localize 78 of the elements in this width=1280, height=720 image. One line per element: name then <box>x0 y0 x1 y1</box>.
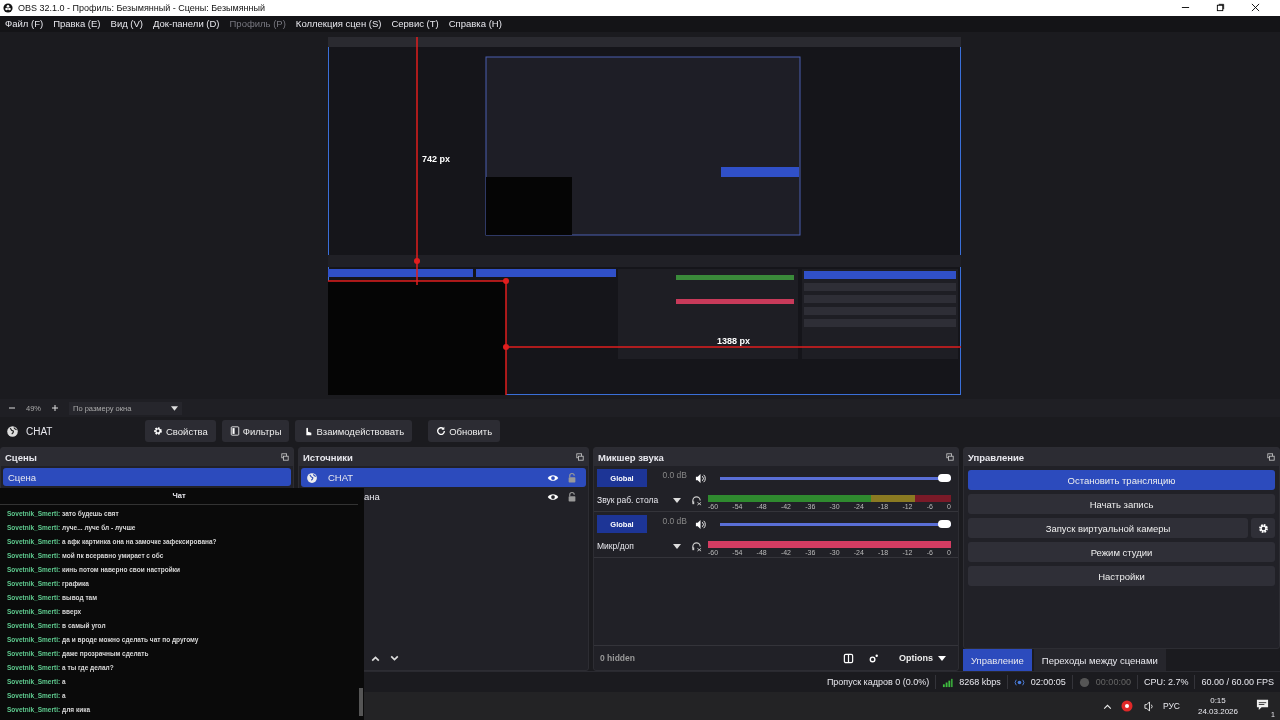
headphones-icon[interactable] <box>691 494 702 506</box>
control-button[interactable]: Настройки <box>968 566 1275 587</box>
gear-icon <box>1257 522 1269 534</box>
unlocked-lock-icon[interactable] <box>566 490 578 503</box>
source-item[interactable]: CHAT <box>301 468 586 488</box>
volume-slider[interactable] <box>720 522 951 526</box>
menu-item[interactable]: Файл (F) <box>5 18 44 30</box>
caret-icon[interactable] <box>673 497 681 503</box>
control-button[interactable]: Остановить трансляцию <box>968 470 1275 491</box>
signal-bars-icon <box>942 676 954 688</box>
speaker-icon[interactable] <box>695 472 706 484</box>
channel-name: Микр/доп <box>597 541 635 552</box>
window-title: OBS 32.1.0 - Профиль: Безымянный - Сцены: Безымянный <box>18 3 266 13</box>
measurement-label: 742 px <box>422 153 451 164</box>
interact-button[interactable]: Взаимодействовать <box>295 420 413 443</box>
source-label: CHAT <box>328 472 354 484</box>
source-name: CHAT <box>26 425 54 437</box>
volume-reading: 0.0 dB <box>661 516 687 527</box>
headphones-icon[interactable] <box>691 540 702 552</box>
app-logo-icon <box>3 3 13 13</box>
menu-item[interactable]: Сервис (T) <box>391 18 439 30</box>
settings-button[interactable] <box>1251 518 1275 539</box>
measurement-label: 1388 px <box>717 335 751 346</box>
fps-reading: 60.00 / 60.00 FPS <box>1201 677 1274 688</box>
scrollbar[interactable] <box>359 688 363 716</box>
panel-title: Сцены <box>5 451 38 463</box>
layout-icon[interactable] <box>843 652 854 664</box>
control-button[interactable]: Запуск виртуальной камеры <box>968 518 1248 539</box>
hidden-count: 0 hidden <box>600 653 635 664</box>
filters-button[interactable]: Фильтры <box>221 420 290 443</box>
channel-name: Звук раб. стола <box>597 495 660 506</box>
unlocked-lock-icon[interactable] <box>566 471 578 484</box>
cpu-usage: CPU: 2.7% <box>1143 677 1189 688</box>
dock-tab[interactable]: Управление <box>963 649 1032 672</box>
options-button[interactable]: Options <box>893 652 952 665</box>
undock-icon[interactable] <box>281 453 289 462</box>
filter-icon <box>229 426 240 437</box>
settings-icon[interactable] <box>868 652 879 664</box>
speaker-icon[interactable] <box>1143 700 1155 712</box>
properties-button[interactable]: Свойства <box>145 420 216 443</box>
control-button[interactable]: Режим студии <box>968 542 1275 563</box>
menu-item[interactable]: Справка (H) <box>448 18 502 30</box>
source-item[interactable]: ана <box>364 491 380 503</box>
refresh-icon <box>436 426 447 437</box>
speaker-icon[interactable] <box>695 518 706 530</box>
globe-icon <box>306 471 318 484</box>
undock-icon[interactable] <box>1267 453 1275 462</box>
dock-tab[interactable]: Переходы между сценами <box>1033 649 1166 672</box>
menu-item[interactable]: Док-панели (D) <box>153 18 220 30</box>
caret-icon <box>171 405 178 411</box>
caret-icon <box>938 655 946 661</box>
control-button[interactable]: Начать запись <box>968 494 1275 515</box>
caret-icon[interactable] <box>673 543 681 549</box>
volume-slider[interactable] <box>720 476 951 480</box>
close-icon[interactable] <box>1251 3 1260 13</box>
undock-icon[interactable] <box>946 453 954 462</box>
undock-icon[interactable] <box>576 453 584 462</box>
bitrate: 8268 kbps <box>959 677 1001 688</box>
notification-icon <box>1256 698 1269 712</box>
record-time: 00:00:00 <box>1095 677 1131 688</box>
scene-item[interactable]: Сцена <box>3 468 291 487</box>
gear-icon <box>153 426 163 437</box>
panel-title: Источники <box>303 451 354 463</box>
menu-item[interactable]: Коллекция сцен (S) <box>295 18 382 30</box>
dropped-frames: Пропуск кадров 0 (0.0%) <box>826 677 930 688</box>
panel-title: Управление <box>968 451 1026 463</box>
stream-time: 02:00:05 <box>1030 677 1066 688</box>
menu-item[interactable]: Вид (V) <box>110 18 144 30</box>
browser-tray-icon[interactable] <box>1120 700 1133 713</box>
menu-item[interactable]: Правка (E) <box>53 18 101 30</box>
clock[interactable]: 0:15 24.03.2026 <box>1197 696 1238 717</box>
volume-reading: 0.0 dB <box>661 470 687 481</box>
zoom-in-icon[interactable] <box>51 404 59 413</box>
language-indicator[interactable]: РУС <box>1162 701 1180 712</box>
panel-title: Микшер звука <box>598 451 665 463</box>
refresh-button[interactable]: Обновить <box>428 420 501 443</box>
maximize-icon[interactable] <box>1216 3 1225 13</box>
globe-icon <box>6 424 19 438</box>
